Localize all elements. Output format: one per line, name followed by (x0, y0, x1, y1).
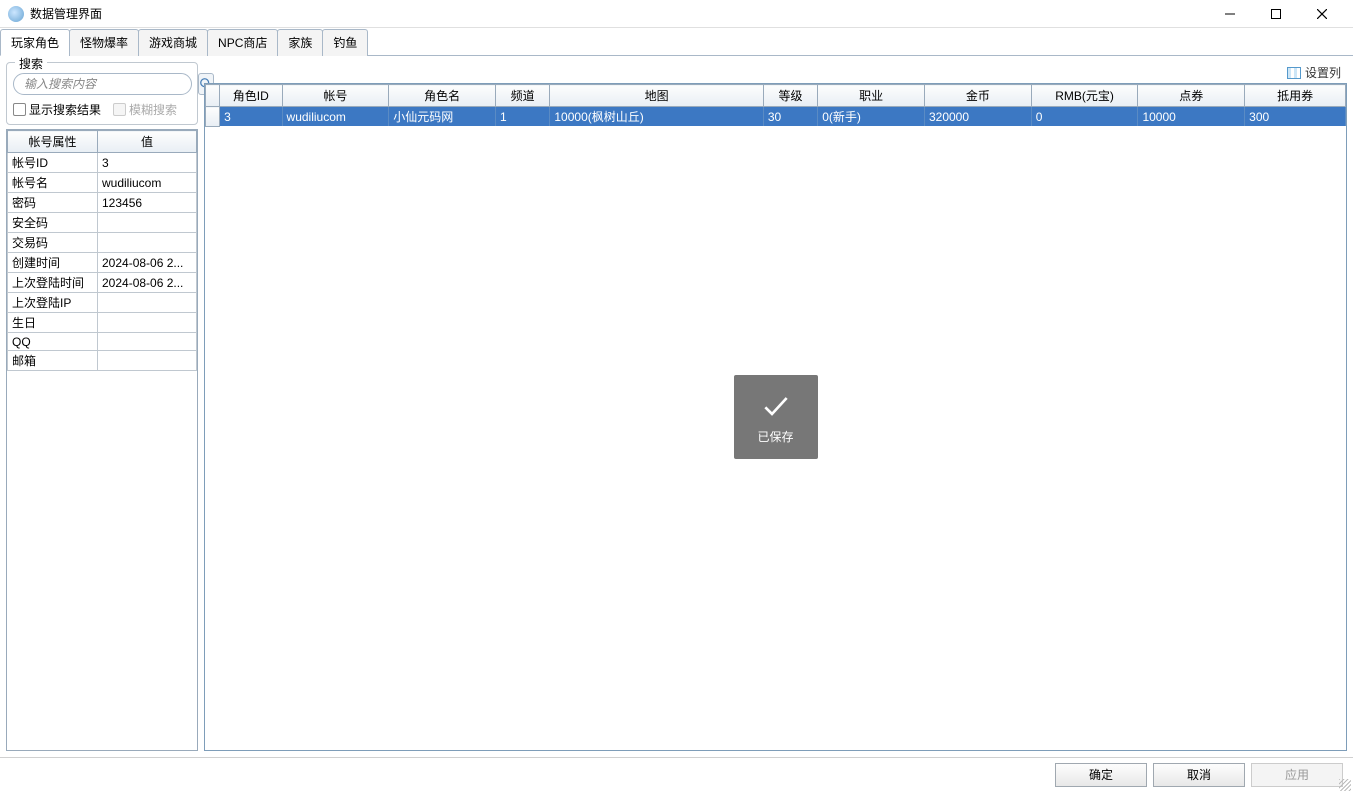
propgrid-key: 创建时间 (8, 253, 98, 273)
propgrid-header-value[interactable]: 值 (98, 131, 197, 153)
propgrid-row[interactable]: 上次登陆时间2024-08-06 2... (8, 273, 197, 293)
set-columns-label: 设置列 (1305, 64, 1341, 81)
datagrid-header[interactable]: 角色ID (220, 85, 282, 107)
table-cell[interactable]: 小仙元码网 (389, 107, 496, 127)
propgrid-value[interactable] (98, 233, 197, 253)
datagrid-header[interactable]: 帐号 (282, 85, 389, 107)
propgrid-value[interactable]: 2024-08-06 2... (98, 273, 197, 293)
search-input[interactable] (13, 73, 192, 95)
propgrid-key: 上次登陆IP (8, 293, 98, 313)
table-cell[interactable]: 10000 (1138, 107, 1245, 127)
tab-2[interactable]: 游戏商城 (138, 29, 208, 56)
dialog-footer: 确定 取消 应用 (0, 757, 1353, 791)
propgrid-value[interactable] (98, 333, 197, 351)
propgrid-key: 密码 (8, 193, 98, 213)
datagrid-header[interactable]: RMB(元宝) (1031, 85, 1138, 107)
propgrid-value[interactable] (98, 293, 197, 313)
search-group: 搜索 显示搜索结果 模糊搜索 (6, 62, 198, 125)
datagrid-header[interactable]: 点券 (1138, 85, 1245, 107)
row-header[interactable] (206, 107, 220, 127)
character-data-grid[interactable]: 角色ID帐号角色名频道地图等级职业金币RMB(元宝)点券抵用券 3wudiliu… (204, 83, 1347, 751)
propgrid-key: 交易码 (8, 233, 98, 253)
resize-grip[interactable] (1339, 779, 1351, 791)
fuzzy-search-checkbox: 模糊搜索 (113, 101, 177, 118)
columns-icon (1287, 67, 1301, 79)
check-icon (760, 390, 792, 422)
table-cell[interactable]: 0 (1031, 107, 1138, 127)
table-cell[interactable]: 30 (763, 107, 817, 127)
tab-bar: 玩家角色怪物爆率游戏商城NPC商店家族钓鱼 (0, 28, 1353, 56)
datagrid-header[interactable]: 等级 (763, 85, 817, 107)
datagrid-header[interactable]: 职业 (818, 85, 925, 107)
propgrid-key: 帐号名 (8, 173, 98, 193)
window-title: 数据管理界面 (30, 5, 1207, 22)
saved-toast: 已保存 (734, 375, 818, 459)
show-results-label: 显示搜索结果 (29, 101, 101, 118)
propgrid-value[interactable]: 123456 (98, 193, 197, 213)
propgrid-row[interactable]: 生日 (8, 313, 197, 333)
propgrid-row[interactable]: 安全码 (8, 213, 197, 233)
cancel-button[interactable]: 取消 (1153, 763, 1245, 787)
datagrid-header[interactable]: 抵用券 (1245, 85, 1346, 107)
propgrid-value[interactable] (98, 213, 197, 233)
set-columns-button[interactable]: 设置列 (1287, 64, 1341, 81)
propgrid-key: 邮箱 (8, 351, 98, 371)
table-cell[interactable]: 320000 (924, 107, 1031, 127)
tab-3[interactable]: NPC商店 (207, 29, 278, 56)
propgrid-key: 安全码 (8, 213, 98, 233)
table-cell[interactable]: 1 (496, 107, 550, 127)
table-cell[interactable]: 10000(枫树山丘) (550, 107, 763, 127)
table-cell[interactable]: 0(新手) (818, 107, 925, 127)
propgrid-row[interactable]: 交易码 (8, 233, 197, 253)
table-cell[interactable]: 300 (1245, 107, 1346, 127)
tab-4[interactable]: 家族 (277, 29, 323, 56)
ok-button[interactable]: 确定 (1055, 763, 1147, 787)
propgrid-row[interactable]: 创建时间2024-08-06 2... (8, 253, 197, 273)
apply-button: 应用 (1251, 763, 1343, 787)
propgrid-row[interactable]: 帐号ID3 (8, 153, 197, 173)
show-results-checkbox[interactable]: 显示搜索结果 (13, 101, 101, 118)
propgrid-row[interactable]: 帐号名wudiliucom (8, 173, 197, 193)
account-property-grid[interactable]: 帐号属性 值 帐号ID3帐号名wudiliucom密码123456安全码交易码创… (6, 129, 198, 751)
table-cell[interactable]: 3 (220, 107, 282, 127)
tab-5[interactable]: 钓鱼 (322, 29, 368, 56)
propgrid-row[interactable]: 邮箱 (8, 351, 197, 371)
app-icon (8, 6, 24, 22)
propgrid-key: 帐号ID (8, 153, 98, 173)
datagrid-header[interactable]: 金币 (924, 85, 1031, 107)
toast-text: 已保存 (757, 428, 793, 445)
tab-1[interactable]: 怪物爆率 (69, 29, 139, 56)
row-header-corner (206, 85, 220, 107)
propgrid-key: 上次登陆时间 (8, 273, 98, 293)
table-row[interactable]: 3wudiliucom小仙元码网110000(枫树山丘)300(新手)32000… (206, 107, 1346, 127)
fuzzy-search-label: 模糊搜索 (129, 101, 177, 118)
propgrid-value[interactable] (98, 313, 197, 333)
propgrid-header-attr[interactable]: 帐号属性 (8, 131, 98, 153)
propgrid-value[interactable]: 3 (98, 153, 197, 173)
titlebar: 数据管理界面 (0, 0, 1353, 28)
propgrid-row[interactable]: QQ (8, 333, 197, 351)
tab-0[interactable]: 玩家角色 (0, 29, 70, 56)
propgrid-key: QQ (8, 333, 98, 351)
propgrid-value[interactable]: wudiliucom (98, 173, 197, 193)
maximize-button[interactable] (1253, 0, 1299, 28)
datagrid-header[interactable]: 地图 (550, 85, 763, 107)
propgrid-value[interactable]: 2024-08-06 2... (98, 253, 197, 273)
search-legend: 搜索 (15, 55, 47, 72)
propgrid-key: 生日 (8, 313, 98, 333)
minimize-button[interactable] (1207, 0, 1253, 28)
datagrid-header[interactable]: 频道 (496, 85, 550, 107)
propgrid-row[interactable]: 上次登陆IP (8, 293, 197, 313)
table-cell[interactable]: wudiliucom (282, 107, 389, 127)
propgrid-value[interactable] (98, 351, 197, 371)
close-button[interactable] (1299, 0, 1345, 28)
propgrid-row[interactable]: 密码123456 (8, 193, 197, 213)
datagrid-header[interactable]: 角色名 (389, 85, 496, 107)
